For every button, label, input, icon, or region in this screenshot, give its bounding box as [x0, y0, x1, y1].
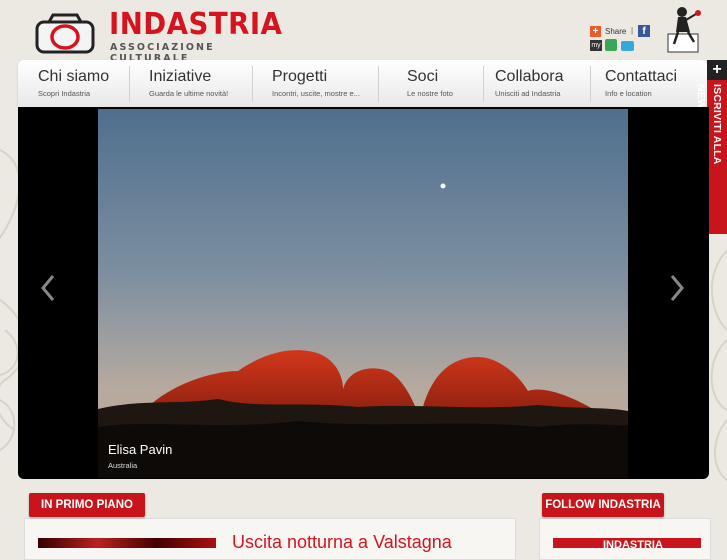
nav-item-iniziative[interactable]: Iniziative Guarda le ultime novità! — [149, 60, 254, 107]
follow-logo[interactable]: INDASTRIA — [553, 538, 701, 551]
nav-divider — [483, 66, 484, 102]
newsletter-label: ISCRIVITI ALLA NEWSLETTER — [695, 84, 723, 165]
site-logo[interactable]: INDASTRIA ASSOCIAZIONE CULTURALE — [33, 8, 282, 64]
mascot-icon — [667, 7, 701, 53]
nav-divider — [129, 66, 130, 102]
share-plus-icon[interactable]: + — [590, 26, 601, 37]
nav-subtitle: Guarda le ultime novità! — [149, 89, 229, 98]
image-slider — [18, 107, 709, 479]
facebook-icon[interactable]: f — [638, 25, 650, 37]
twitter-icon[interactable] — [621, 41, 634, 51]
slide-photo — [98, 109, 628, 478]
primo-piano-heading: IN PRIMO PIANO — [29, 493, 145, 517]
arrow-left-icon[interactable] — [38, 273, 58, 303]
slide-caption-photographer: Elisa Pavin — [108, 442, 173, 457]
camera-logo-icon — [35, 13, 95, 54]
primo-piano-thumbnail[interactable] — [38, 538, 216, 548]
slide-caption-location: Australia — [108, 461, 138, 470]
myspace-icon[interactable]: my — [590, 40, 602, 51]
nav-subtitle: Unisciti ad Indastria — [495, 89, 561, 98]
nav-title: Chi siamo — [38, 68, 110, 85]
nav-title: Collabora — [495, 68, 564, 85]
nav-subtitle: Scopri Indastria — [38, 89, 91, 98]
nav-subtitle: Le nostre foto — [407, 89, 453, 98]
nav-divider — [590, 66, 591, 102]
delicious-icon[interactable] — [605, 39, 617, 51]
main-navigation: Chi siamo Scopri Indastria Iniziative Gu… — [18, 60, 707, 107]
follow-heading: FOLLOW INDASTRIA — [542, 493, 664, 517]
nav-divider — [252, 66, 253, 102]
nav-item-progetti[interactable]: Progetti Incontri, uscite, mostre e... — [272, 60, 377, 107]
newsletter-plus-icon[interactable]: + — [707, 60, 727, 80]
brand-name: INDASTRIA — [109, 7, 283, 42]
share-label[interactable]: Share — [605, 27, 626, 36]
primo-piano-headline[interactable]: Uscita notturna a Valstagna — [232, 532, 452, 553]
nav-title: Contattaci — [605, 68, 678, 85]
nav-item-soci[interactable]: Soci Le nostre foto — [407, 60, 487, 107]
nav-divider — [378, 66, 379, 102]
arrow-right-icon[interactable] — [667, 273, 687, 303]
nav-subtitle: Incontri, uscite, mostre e... — [272, 89, 360, 98]
follow-logo-text: INDASTRIA — [603, 539, 663, 551]
nav-item-collabora[interactable]: Collabora Unisciti ad Indastria — [495, 60, 590, 107]
nav-title: Iniziative — [149, 68, 212, 85]
share-separator: | — [631, 26, 634, 35]
nav-title: Progetti — [272, 68, 328, 85]
newsletter-tab[interactable]: + ISCRIVITI ALLA NEWSLETTER — [695, 60, 727, 234]
nav-title: Soci — [407, 68, 439, 85]
nav-item-contattaci[interactable]: Contattaci Info e location — [605, 60, 695, 107]
nav-item-chi-siamo[interactable]: Chi siamo Scopri Indastria — [38, 60, 143, 107]
nav-subtitle: Info e location — [605, 89, 652, 98]
share-widget: + Share | f my — [590, 24, 660, 54]
